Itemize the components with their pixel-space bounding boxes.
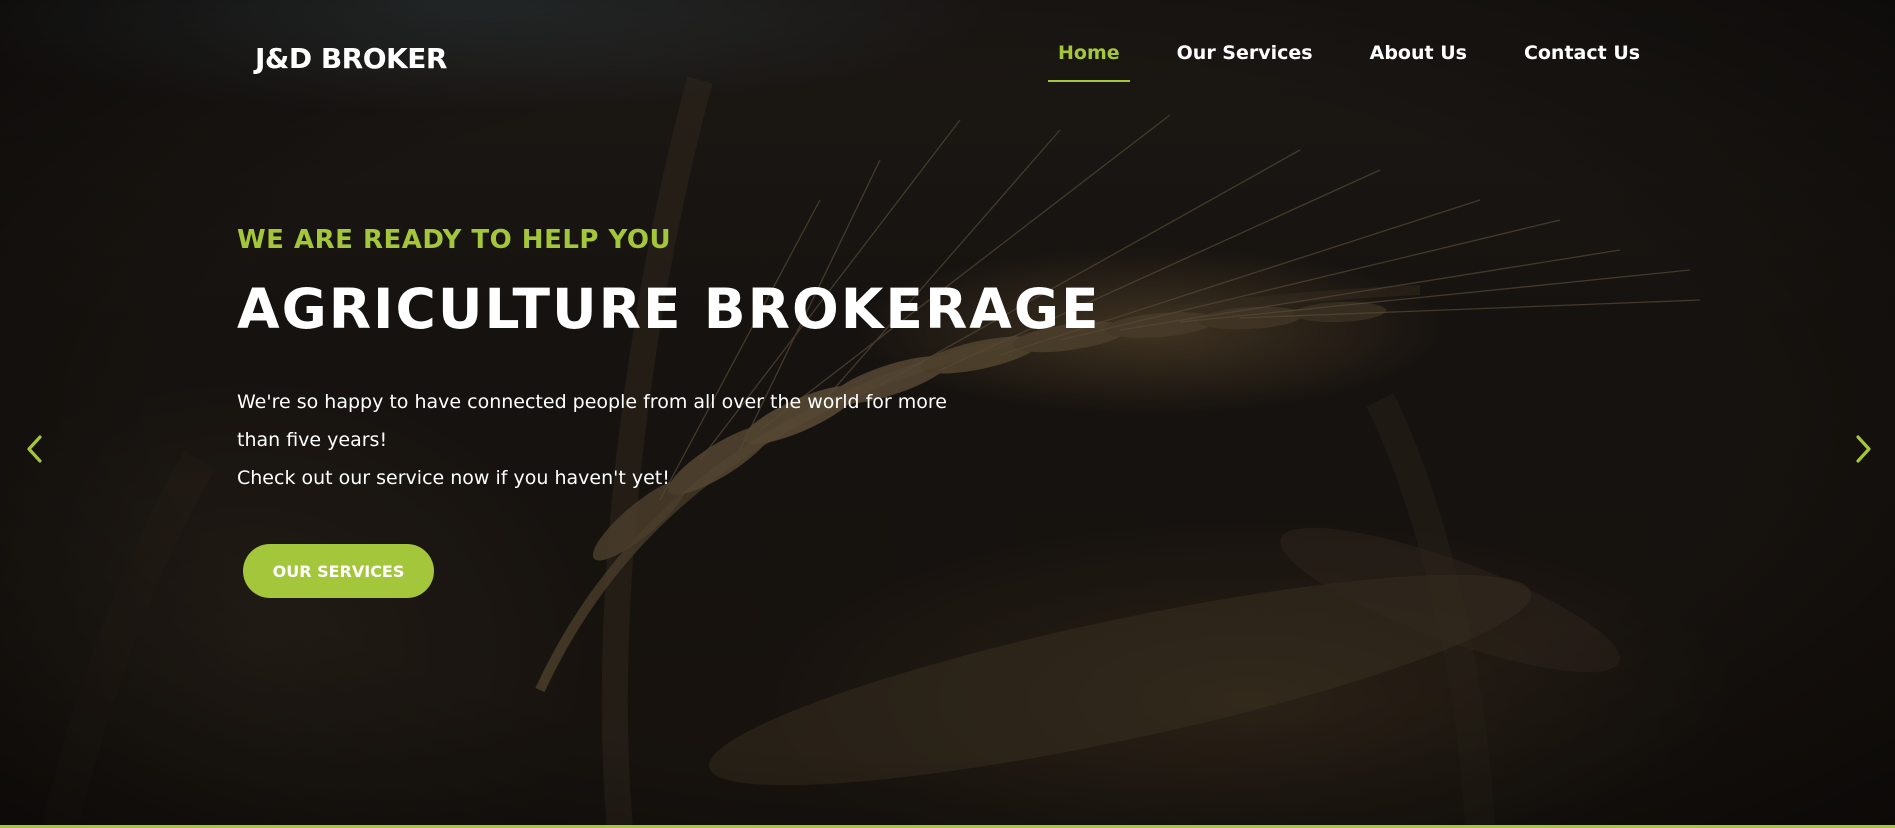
hero-headline: AGRICULTURE BROKERAGE (237, 277, 1101, 341)
our-services-button[interactable]: OUR SERVICES (243, 544, 434, 598)
hero-description-line: We're so happy to have connected people … (237, 391, 947, 413)
slider-next-button[interactable] (1848, 432, 1878, 466)
nav-item-home[interactable]: Home (1048, 42, 1130, 82)
hero-section: J&D BROKER Home Our Services About Us Co… (0, 0, 1895, 828)
hero-description: We're so happy to have connected people … (237, 383, 957, 497)
main-nav: Home Our Services About Us Contact Us (1048, 42, 1687, 82)
nav-item-about-us[interactable]: About Us (1360, 42, 1477, 82)
chevron-left-icon (27, 435, 42, 463)
hero-description-line: than five years! (237, 429, 388, 451)
chevron-right-icon (1856, 435, 1871, 463)
nav-item-contact-us[interactable]: Contact Us (1514, 42, 1650, 82)
hero-description-line: Check out our service now if you haven't… (237, 467, 670, 489)
slider-prev-button[interactable] (20, 432, 50, 466)
nav-item-our-services[interactable]: Our Services (1167, 42, 1323, 82)
hero-eyebrow: WE ARE READY TO HELP YOU (237, 225, 672, 255)
brand-logo[interactable]: J&D BROKER (255, 42, 447, 75)
